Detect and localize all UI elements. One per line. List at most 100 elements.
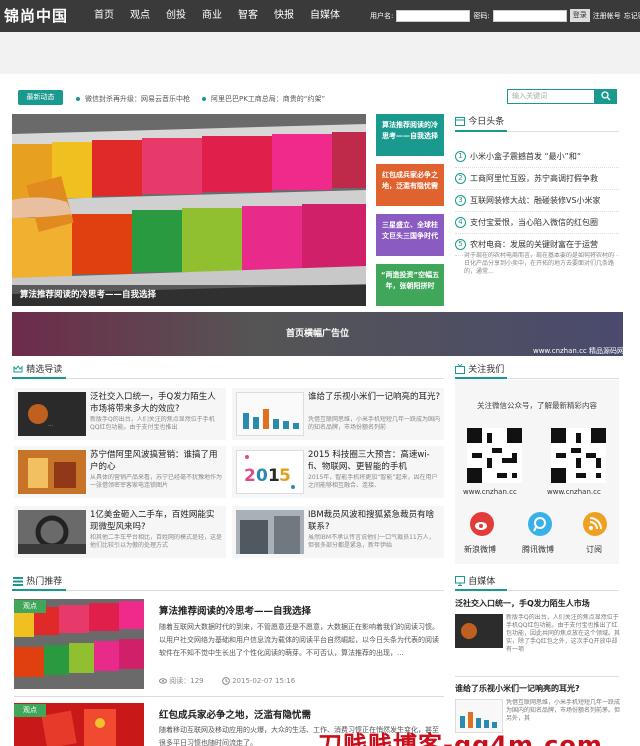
side-card[interactable]: “两造投资”空幅五年，张朝阳拼时: [376, 264, 444, 306]
list-item-text: 小米小盒子震撼首发 “最小”和“: [470, 152, 581, 161]
article-desc: 新版手Q的出台，人们关注的焦点显然位于手机QQ红包功能。由于支付宝也推出: [90, 416, 215, 431]
calendar-icon: [455, 117, 465, 126]
divider: [455, 589, 507, 591]
main-nav: 首页 观点 创投 商业 智客 快报 自媒体: [94, 0, 356, 32]
article-card[interactable]: 1亿美金砸入二手车，百姓网能实现微型风来吗? 和其他二手车平台相比，百姓网的模式…: [14, 506, 226, 558]
list-icon: [13, 577, 23, 586]
list-item[interactable]: 2 工商阿里忙互殴，苏宁高调打假争救: [455, 168, 619, 190]
qr-caption: www.cnzhan.cc: [547, 488, 601, 496]
search-input[interactable]: 输入关键词: [507, 89, 595, 104]
login-button[interactable]: 登录: [569, 9, 590, 22]
tv-icon: [455, 363, 465, 374]
nav-item-views[interactable]: 观点: [130, 0, 150, 32]
article-card[interactable]: IBM裁员风波和搜狐紧急裁员有啥联系? 虽然IBM不承认传言说他们一口气裁员11…: [232, 506, 444, 558]
follow-title: 关注我们: [468, 365, 505, 375]
category-badge[interactable]: 观点: [14, 600, 46, 613]
hot-article-desc: 随着互联网大数据时代的到来，不管愿意还是不愿意，大数据正在影响着我们的阅读习惯。…: [159, 623, 439, 657]
ticker-item[interactable]: 阿里巴巴PK工商总局：商贵的“约架”: [202, 94, 325, 104]
svg-text:0: 0: [256, 466, 268, 486]
password-label: 密码:: [473, 11, 490, 20]
divider: [66, 378, 444, 379]
article-card[interactable]: 苏宁借阿里风波搞营销：谁搞了用户的心 从具体的营销产品来看，苏宁已经毫不犹豫地作…: [14, 446, 226, 498]
article-thumbnail: 2015: [236, 450, 304, 494]
zimeiti-article-desc: 凭借互联网思维，小米手机短短几年一跃成为国内的知名品牌，市场份额名列前茅。但另外…: [506, 699, 620, 722]
divider: [455, 377, 507, 379]
list-item[interactable]: 1 小米小盒子震撼首发 “最小”和“: [455, 146, 619, 168]
bullet-icon: [76, 97, 80, 101]
rank-number: 2: [455, 173, 466, 184]
zimeiti-header: 自媒体: [455, 574, 495, 587]
divider: [507, 378, 619, 379]
divider: [14, 696, 444, 697]
rss-link[interactable]: 订阅: [586, 544, 602, 555]
zimeiti-title: 自媒体: [468, 577, 496, 587]
nav-item-zhike[interactable]: 智客: [238, 0, 258, 32]
svg-text:2: 2: [244, 466, 256, 486]
bookshelf-image: [12, 114, 366, 306]
article-desc: 2015年，智能手机将更加“智能”起来，因在用户之间能够相互融合、连接、: [308, 474, 438, 489]
article-thumbnail: [236, 392, 304, 436]
jingxuan-title: 精选导读: [26, 365, 63, 375]
bullet-icon: [202, 97, 206, 101]
site-logo[interactable]: 锦尚中国: [4, 5, 68, 26]
hero-image[interactable]: [12, 114, 366, 306]
article-title: 谁给了乐视小米们一记响亮的耳光?: [308, 392, 440, 402]
rank-number: 5: [455, 239, 466, 250]
divider: [507, 590, 619, 591]
article-thumbnail: …: [18, 392, 86, 436]
qr-caption: www.cnzhan.cc: [463, 488, 517, 496]
article-desc: 从具体的营销产品来看，苏宁已经毫不犹豫地作为一张借领密宰客家电连锁图片: [90, 474, 222, 489]
article-card[interactable]: … 泛社交入口统一，手Q发力陌生人市场将带来多大的效应? 新版手Q的出台，人们关…: [14, 388, 226, 440]
article-title: 2015 科技圈三大预言：高速wi-fi、物联网、更智能的手机: [308, 450, 430, 472]
zimeiti-article-title[interactable]: 谁给了乐视小米们一记响亮的耳光?: [455, 683, 619, 694]
zimeiti-article-title[interactable]: 泛社交入口统一，手Q发力陌生人市场: [455, 598, 619, 609]
article-thumbnail: [236, 510, 304, 554]
list-item[interactable]: 4 支付宝爱恨，当心陷入微信的红包圈: [455, 212, 619, 234]
forgot-link[interactable]: 忘记密码?: [624, 11, 640, 21]
hero-caption[interactable]: 算法推荐阅读的冷思考——自我选择: [12, 285, 366, 306]
qr-code: [467, 428, 522, 483]
username-input[interactable]: [396, 9, 471, 22]
category-badge[interactable]: 观点: [14, 704, 46, 717]
nav-item-startup[interactable]: 创投: [166, 0, 186, 32]
tencent-weibo-link[interactable]: 腾讯微博: [522, 544, 554, 555]
rss-icon[interactable]: [583, 512, 607, 536]
zimeiti-thumbnail[interactable]: [455, 614, 503, 648]
article-title: 1亿美金砸入二手车，百姓网能实现微型风来吗?: [90, 510, 215, 532]
register-link[interactable]: 注册帐号: [593, 11, 621, 21]
qr-code: [551, 428, 606, 483]
divider: [455, 676, 619, 677]
toutiao-title: 今日头条: [468, 117, 505, 127]
ad-banner[interactable]: 首页横幅广告位: [12, 312, 623, 356]
side-card[interactable]: 三星盛立、全球柱文巨头三国争时代: [376, 214, 444, 256]
weibo-link[interactable]: 新浪微博: [464, 544, 496, 555]
article-card[interactable]: 2015 2015 科技圈三大预言：高速wi-fi、物联网、更智能的手机 201…: [232, 446, 444, 498]
divider: [12, 377, 66, 379]
nav-item-news[interactable]: 快报: [274, 0, 294, 32]
nav-item-business[interactable]: 商业: [202, 0, 222, 32]
search-icon: [601, 91, 611, 101]
divider: [455, 130, 507, 132]
side-card[interactable]: 红包成兵家必争之地，泛滥有隐忧需: [376, 164, 444, 206]
side-card[interactable]: 算法推荐阅读的冷思考——自我选择: [376, 114, 444, 156]
hot-article-title[interactable]: 算法推荐阅读的冷思考——自我选择: [159, 603, 311, 617]
list-item[interactable]: 3 互联网装修大战：融碰装修VS小米家: [455, 190, 619, 212]
ticker-text: 阿里巴巴PK工商总局：商贵的“约架”: [211, 95, 326, 103]
weibo-icon[interactable]: [470, 512, 494, 536]
hot-article-title[interactable]: 红包成兵家必争之地，泛滥有隐忧需: [159, 707, 311, 721]
article-thumbnail: [18, 450, 86, 494]
svg-text:…: …: [48, 422, 53, 428]
username-label: 用户名:: [370, 11, 394, 20]
article-title: 泛社交入口统一，手Q发力陌生人市场将带来多大的效应?: [90, 392, 216, 414]
publish-time: 2015-02-07 15:16: [232, 677, 296, 685]
article-title: IBM裁员风波和搜狐紧急裁员有啥联系?: [308, 510, 435, 532]
ticker-item[interactable]: 微信封杀再升级：网易云音乐中枪: [76, 94, 190, 104]
tencent-weibo-icon[interactable]: [528, 512, 552, 536]
clock-icon: [221, 677, 230, 685]
article-card[interactable]: 谁给了乐视小米们一记响亮的耳光? 凭借互联网思维，小米手机短短几年一跃成为国内的…: [232, 388, 444, 440]
search-button[interactable]: [595, 89, 617, 104]
nav-item-home[interactable]: 首页: [94, 0, 114, 32]
nav-item-media[interactable]: 自媒体: [310, 0, 340, 32]
watermark: 刀贱贱博客-qq4m.com: [318, 731, 603, 746]
password-input[interactable]: [492, 9, 567, 22]
